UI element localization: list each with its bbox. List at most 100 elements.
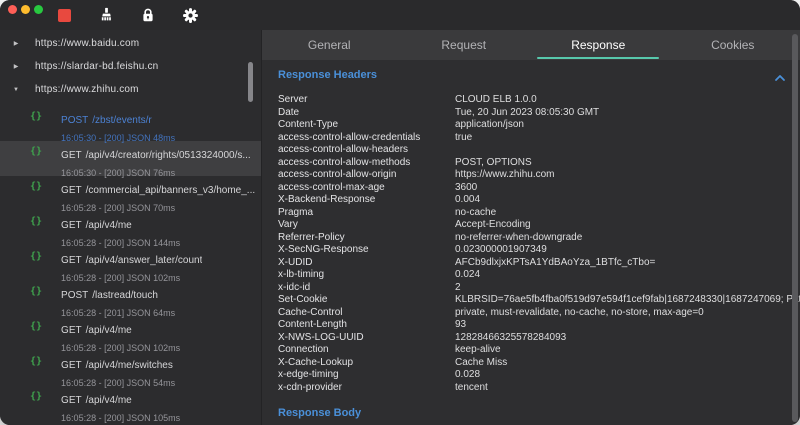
header-key: Content-Length <box>278 319 455 332</box>
json-braces-icon: {} <box>30 321 42 332</box>
header-key: Content-Type <box>278 119 455 132</box>
request-path: /api/v4/me <box>86 395 132 406</box>
json-braces-icon: {} <box>30 251 42 262</box>
request-title: GET/api/v4/me <box>61 220 132 231</box>
tab-label: General <box>308 38 351 52</box>
disclosure-triangle-icon[interactable]: ▶ <box>10 63 22 70</box>
header-key: X-Cache-Lookup <box>278 357 455 370</box>
detail-tab[interactable]: Request <box>397 30 532 60</box>
request-row[interactable]: {} GET/api/v4/me/switches 16:05:28 - [20… <box>0 351 262 386</box>
json-braces-icon: {} <box>30 146 42 157</box>
request-title: GET/api/v4/me/switches <box>61 360 173 371</box>
header-key: Server <box>278 94 455 107</box>
request-title: GET/api/v4/answer_later/count <box>61 255 202 266</box>
sidebar-scrollbar-thumb[interactable] <box>248 62 253 102</box>
detail-tab[interactable]: Response <box>531 30 666 60</box>
header-row: access-control-allow-methods POST, OPTIO… <box>278 157 800 170</box>
toolbar <box>55 0 199 30</box>
header-value: 93 <box>455 319 800 332</box>
request-path: /zbst/events/r <box>92 115 151 126</box>
record-stop-button[interactable] <box>55 6 73 24</box>
header-row: x-lb-timing 0.024 <box>278 269 800 282</box>
header-row: Vary Accept-Encoding <box>278 219 800 232</box>
request-path: /commercial_api/banners_v3/home_... <box>86 185 256 196</box>
request-path: /api/v4/answer_later/count <box>86 255 203 266</box>
header-key: X-NWS-LOG-UUID <box>278 332 455 345</box>
request-title: GET/api/v4/creator/rights/0513324000/s..… <box>61 150 251 161</box>
detail-tab[interactable]: General <box>262 30 397 60</box>
header-key: x-lb-timing <box>278 269 455 282</box>
header-key: Referrer-Policy <box>278 232 455 245</box>
request-method: GET <box>61 325 82 336</box>
settings-button[interactable] <box>181 6 199 24</box>
detail-scrollbar-thumb[interactable] <box>792 34 798 422</box>
header-row: access-control-max-age 3600 <box>278 182 800 195</box>
header-value: Accept-Encoding <box>455 219 800 232</box>
disclosure-triangle-icon[interactable]: ▼ <box>10 87 22 93</box>
header-row: Pragma no-cache <box>278 207 800 220</box>
request-row[interactable]: {} GET/api/v4/me 16:05:28 - [200] JSON 1… <box>0 211 262 246</box>
header-key: x-edge-timing <box>278 369 455 382</box>
request-meta: 16:05:30 - [200] JSON 76ms <box>61 168 175 178</box>
header-value: 2 <box>455 282 800 295</box>
record-square-icon <box>58 9 71 22</box>
header-row: X-SecNG-Response 0.023000001907349 <box>278 244 800 257</box>
disclosure-triangle-icon[interactable]: ▶ <box>10 40 22 47</box>
header-key: access-control-allow-origin <box>278 169 455 182</box>
request-row[interactable]: {} GET/api/v4/creator/rights/0513324000/… <box>0 141 262 176</box>
chevron-up-icon[interactable] <box>774 70 786 80</box>
request-row[interactable]: {} GET/commercial_api/banners_v3/home_..… <box>0 176 262 211</box>
response-headers-section-title[interactable]: Response Headers <box>278 69 800 81</box>
host-tree-item[interactable]: ▶ https://www.baidu.com <box>0 32 262 55</box>
header-row: access-control-allow-origin https://www.… <box>278 169 800 182</box>
request-method: GET <box>61 220 82 231</box>
request-row[interactable]: {} GET/api/v4/me 16:05:28 - [200] JSON 1… <box>0 386 262 421</box>
header-value: private, must-revalidate, no-cache, no-s… <box>455 307 800 320</box>
header-row: access-control-allow-credentials true <box>278 132 800 145</box>
request-row[interactable]: {} GET/api/v4/me 16:05:28 - [200] JSON 1… <box>0 316 262 351</box>
request-method: GET <box>61 255 82 266</box>
json-braces-icon: {} <box>30 391 42 402</box>
response-body-section-title[interactable]: Response Body <box>278 407 800 419</box>
header-key: x-idc-id <box>278 282 455 295</box>
zoom-button[interactable] <box>34 5 43 14</box>
gear-icon <box>182 7 199 24</box>
header-value: keep-alive <box>455 344 800 357</box>
request-method: POST <box>61 290 88 301</box>
json-braces-icon: {} <box>30 216 42 227</box>
request-path: /lastread/touch <box>92 290 158 301</box>
detail-tab[interactable]: Cookies <box>666 30 800 60</box>
header-value <box>455 144 800 157</box>
header-row: Connection keep-alive <box>278 344 800 357</box>
host-label: https://www.baidu.com <box>35 38 139 49</box>
close-button[interactable] <box>8 5 17 14</box>
request-list: {} POST/zbst/events/r 16:05:30 - [200] J… <box>0 106 262 425</box>
header-key: access-control-allow-methods <box>278 157 455 170</box>
header-key: X-UDID <box>278 257 455 270</box>
json-braces-icon: {} <box>30 111 42 122</box>
header-value: 0.023000001907349 <box>455 244 800 257</box>
header-key: Pragma <box>278 207 455 220</box>
request-path: /api/v4/me <box>86 220 132 231</box>
request-path: /api/v4/creator/rights/0513324000/s... <box>86 150 251 161</box>
header-value: tencent <box>455 382 800 395</box>
request-method: GET <box>61 360 82 371</box>
host-tree-item[interactable]: ▼ https://www.zhihu.com <box>0 78 262 101</box>
header-value: no-referrer-when-downgrade <box>455 232 800 245</box>
clear-session-button[interactable] <box>97 6 115 24</box>
header-row: X-Cache-Lookup Cache Miss <box>278 357 800 370</box>
minimize-button[interactable] <box>21 5 30 14</box>
request-row[interactable]: {} POST/zbst/events/r 16:05:30 - [200] J… <box>0 106 262 141</box>
header-key: Set-Cookie <box>278 294 455 307</box>
header-row: Referrer-Policy no-referrer-when-downgra… <box>278 232 800 245</box>
host-tree: ▶ https://www.baidu.com ▶ https://slarda… <box>0 30 262 101</box>
request-method: GET <box>61 150 82 161</box>
request-title: GET/api/v4/me <box>61 395 132 406</box>
host-tree-item[interactable]: ▶ https://slardar-bd.feishu.cn <box>0 55 262 78</box>
tab-label: Cookies <box>711 38 754 52</box>
header-row: x-idc-id 2 <box>278 282 800 295</box>
request-row[interactable]: {} GET/api/v4/answer_later/count 16:05:2… <box>0 246 262 281</box>
header-row: Set-Cookie KLBRSID=76ae5fb4fba0f519d97e5… <box>278 294 800 307</box>
request-row[interactable]: {} POST/lastread/touch 16:05:28 - [201] … <box>0 281 262 316</box>
proxy-lock-button[interactable] <box>139 6 157 24</box>
